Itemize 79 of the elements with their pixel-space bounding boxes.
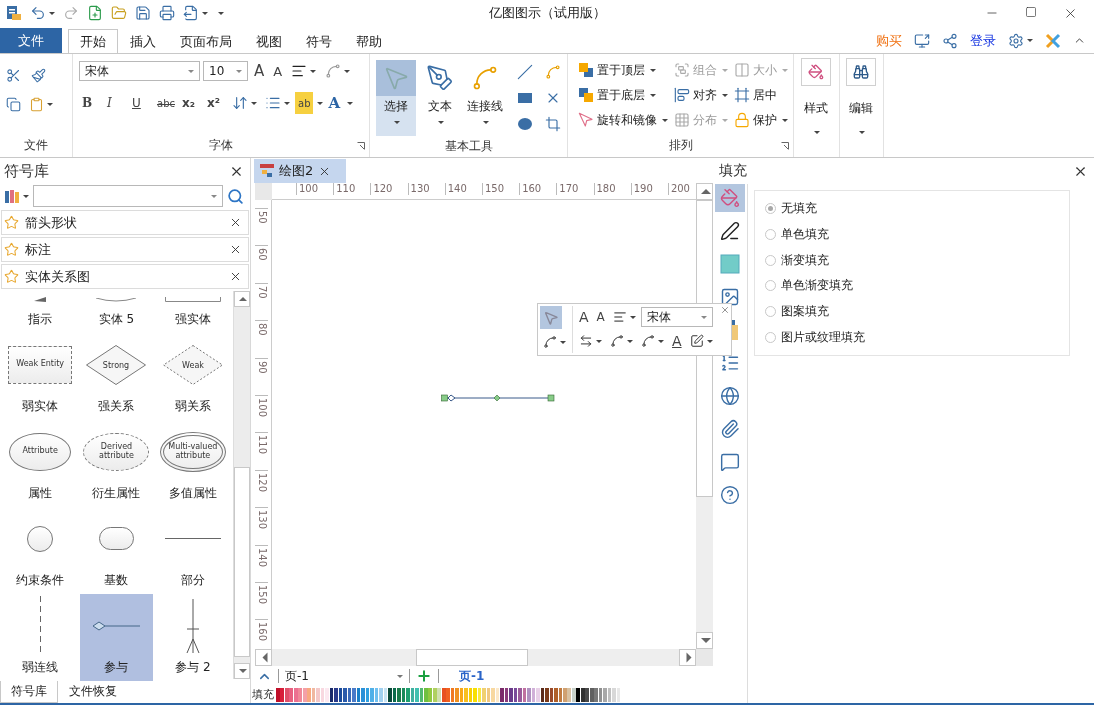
- text-style-button[interactable]: U: [129, 92, 152, 114]
- arrange-button[interactable]: 保护: [734, 110, 788, 130]
- fill-option[interactable]: 图片或纹理填充: [765, 327, 1059, 348]
- edit-button[interactable]: 编辑: [840, 54, 882, 150]
- palette-label: 填充: [252, 687, 274, 702]
- shape-item[interactable]: 参与 2: [156, 594, 229, 681]
- shape-item[interactable]: Multi-valued attribute 多值属性: [156, 420, 229, 507]
- shape-item[interactable]: 约束条件: [4, 507, 77, 594]
- library-item[interactable]: 标注: [1, 237, 249, 262]
- shrink-font-button[interactable]: A: [593, 306, 608, 328]
- shape-item[interactable]: Weak 弱关系: [156, 333, 229, 420]
- horizontal-ruler: 100 110 120 130 140 150 160 170 180 190 200: [272, 183, 696, 200]
- font-size-select[interactable]: 10: [203, 61, 248, 81]
- arrange-button[interactable]: 对齐: [674, 85, 728, 105]
- arrange-button[interactable]: 置于顶层: [578, 60, 668, 80]
- shape-item[interactable]: 强实体: [156, 291, 229, 333]
- dashed-diamond-shape: Weak: [162, 344, 223, 385]
- shape-item[interactable]: Attribute 属性: [4, 420, 77, 507]
- shape-item[interactable]: Derived attribute 衍生属性: [80, 420, 153, 507]
- page-select[interactable]: 页-1: [285, 668, 403, 684]
- shrink-font-button[interactable]: A: [270, 60, 286, 82]
- text-style-button[interactable]: abc: [154, 92, 177, 114]
- vertical-ruler: 50 60 70 80 90 100 110 120 130 140 150 160: [255, 200, 272, 649]
- shape-item[interactable]: 参与: [80, 594, 153, 681]
- tool-button[interactable]: 选择: [376, 60, 417, 136]
- panel-title: 填充: [719, 162, 747, 180]
- tool-button[interactable]: 连接线: [464, 60, 505, 136]
- fill-option[interactable]: 图案填充: [765, 301, 1059, 322]
- text-style-button[interactable]: x²: [204, 92, 227, 114]
- ribbon-tab[interactable]: 开始: [68, 29, 118, 54]
- fill-option[interactable]: 单色渐变填充: [765, 276, 1059, 296]
- ribbon-tab[interactable]: 插入: [118, 29, 168, 54]
- group-label: 字体: [209, 137, 233, 154]
- fill-option[interactable]: 无填充: [765, 199, 1059, 219]
- ribbon-tab[interactable]: 视图: [244, 29, 294, 54]
- highlight-button[interactable]: ab: [295, 92, 314, 114]
- font-select[interactable]: 宋体: [79, 61, 200, 81]
- fill-option[interactable]: 单色填充: [765, 224, 1059, 245]
- dashed-rectangle-shape: Weak Entity: [8, 345, 73, 384]
- ribbon-tab[interactable]: 符号: [294, 29, 344, 54]
- library-item[interactable]: 实体关系图: [1, 264, 249, 289]
- shape-item[interactable]: Strong 强关系: [80, 333, 153, 420]
- font-color-button[interactable]: A: [669, 330, 685, 352]
- panel-tab[interactable]: 符号库: [0, 681, 58, 703]
- dashed-ellipse-shape: Derived attribute: [83, 432, 150, 471]
- text-style-button[interactable]: x₂: [179, 92, 202, 114]
- text-style-button[interactable]: I: [104, 92, 127, 114]
- panel-title: 符号库: [4, 161, 49, 181]
- group-label: 排列: [668, 137, 693, 154]
- library-item[interactable]: 箭头形状: [1, 210, 249, 235]
- text-style-button[interactable]: B: [79, 92, 102, 114]
- style-button[interactable]: 样式: [794, 54, 838, 150]
- shape-item[interactable]: 指示: [4, 291, 77, 333]
- ellipse-shape: Attribute: [9, 432, 72, 471]
- file-menu-button[interactable]: 文件: [0, 28, 62, 53]
- shape-item[interactable]: 部分: [156, 507, 229, 594]
- fill-option[interactable]: 渐变填充: [765, 250, 1059, 270]
- shape-item[interactable]: 实体 5: [80, 291, 153, 333]
- page-tab[interactable]: 页-1: [459, 667, 485, 685]
- arrange-button[interactable]: 居中: [734, 85, 788, 105]
- grow-font-button[interactable]: A: [576, 306, 592, 328]
- login-link[interactable]: 登录: [970, 31, 996, 50]
- window-title: 亿图图示（试用版）: [488, 4, 606, 22]
- arrange-button[interactable]: 置于底层: [578, 85, 668, 105]
- group-label: 基本工具: [444, 138, 493, 155]
- arrange-button[interactable]: 旋转和镜像: [578, 110, 668, 130]
- font-select[interactable]: 宋体: [640, 307, 713, 327]
- shape-item[interactable]: 弱连线: [4, 594, 77, 681]
- font-color-button[interactable]: A: [325, 92, 344, 114]
- tool-button[interactable]: 文本: [420, 60, 461, 136]
- diamond-shape: Strong: [86, 344, 147, 385]
- ribbon-tab[interactable]: 页面布局: [168, 29, 244, 54]
- ribbon-tab[interactable]: 帮助: [344, 29, 394, 54]
- shape-item[interactable]: 基数: [80, 507, 153, 594]
- group-label: 文件: [24, 137, 48, 154]
- grow-font-button[interactable]: A: [251, 60, 268, 82]
- double-ellipse-shape: Multi-valued attribute: [159, 431, 226, 472]
- shape-item[interactable]: Weak Entity 弱实体: [4, 333, 77, 420]
- document-tab[interactable]: 绘图2: [254, 159, 346, 183]
